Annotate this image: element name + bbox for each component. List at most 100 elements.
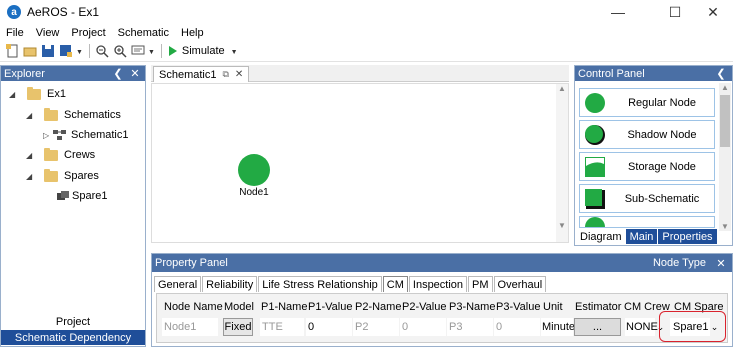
tab-main[interactable]: Main <box>625 229 658 244</box>
menu-help[interactable]: Help <box>175 27 210 39</box>
cp-item-label: Shadow Node <box>627 128 697 141</box>
zoom-in-icon[interactable] <box>112 43 128 59</box>
cm-crew-field[interactable]: NONE <box>625 318 658 336</box>
vertical-scrollbar[interactable]: ▲ ▼ <box>556 84 568 242</box>
shadow-node-icon <box>585 124 605 145</box>
schematic-tabstrip: Schematic1 ⧉ ✕ <box>151 65 569 82</box>
menu-view[interactable]: View <box>30 27 66 39</box>
control-panel-scrollbar[interactable]: ▲ ▼ <box>719 83 731 231</box>
tab-schematic-dependency[interactable]: Schematic Dependency <box>1 330 145 345</box>
p2-name-field: P2 <box>353 318 399 336</box>
close-icon[interactable]: ✕ <box>128 66 142 81</box>
sub-schematic-item[interactable]: Sub-Schematic <box>579 184 715 213</box>
close-icon[interactable]: ✕ <box>714 254 728 272</box>
new-file-icon[interactable] <box>4 43 20 59</box>
save-as-icon[interactable] <box>58 43 74 59</box>
collapse-icon[interactable]: ❮ <box>714 66 728 81</box>
explorer-title: Explorer <box>4 67 45 80</box>
expanded-arrow-icon[interactable]: ◢ <box>26 151 36 160</box>
tree-node-schematic1[interactable]: ▷ Schematic1 <box>43 126 128 144</box>
col-model: Model <box>224 301 254 313</box>
tab-general[interactable]: General <box>154 276 202 292</box>
tree-node-schematics[interactable]: ◢ Schematics <box>26 106 121 124</box>
next-node-item[interactable] <box>579 216 715 228</box>
regular-node-item[interactable]: Regular Node <box>579 88 715 117</box>
tab-cm[interactable]: CM <box>382 276 408 292</box>
col-p1-value: P1-Value <box>308 301 353 313</box>
minimize-button[interactable]: — <box>595 0 641 24</box>
open-folder-icon[interactable] <box>22 43 38 59</box>
node1-shape[interactable] <box>236 152 272 188</box>
tab-inspection[interactable]: Inspection <box>408 276 468 292</box>
scroll-up-icon[interactable]: ▲ <box>721 83 729 92</box>
menu-bar: File View Project Schematic Help <box>0 24 733 41</box>
folder-icon <box>44 107 58 121</box>
col-p1-name: P1-Name <box>261 301 308 313</box>
shadow-node-item[interactable]: Shadow Node <box>579 120 715 149</box>
tree-label: Schematics <box>64 109 121 121</box>
simulate-button[interactable]: Simulate ▼ <box>168 45 240 57</box>
tab-reliability[interactable]: Reliability <box>202 276 258 292</box>
regular-node-icon <box>585 92 605 113</box>
close-button[interactable]: ✕ <box>690 0 733 24</box>
close-tab-icon[interactable]: ✕ <box>235 69 243 80</box>
menu-file[interactable]: File <box>0 27 30 39</box>
save-icon[interactable] <box>40 43 56 59</box>
zoom-out-icon[interactable] <box>94 43 110 59</box>
col-p3-name: P3-Name <box>449 301 496 313</box>
tree-node-ex1[interactable]: ◢ Ex1 <box>9 85 66 103</box>
scroll-thumb[interactable] <box>720 95 730 147</box>
node-icon <box>585 217 605 227</box>
p1-name-field: TTE <box>260 318 304 336</box>
expanded-arrow-icon[interactable]: ◢ <box>26 172 36 181</box>
tree-label: Spare1 <box>72 190 108 202</box>
explorer-panel: Explorer ❮ ✕ ◢ Ex1 ◢ Schematics ▷ Schema… <box>0 65 146 347</box>
p2-value-field: 0 <box>400 318 446 336</box>
spare-part-icon <box>57 191 69 200</box>
node-type-label: Node Type <box>652 257 706 269</box>
tab-project[interactable]: Project <box>1 314 145 329</box>
menu-schematic[interactable]: Schematic <box>112 27 175 39</box>
toolbar-dropdown-icon[interactable]: ▼ <box>76 49 83 56</box>
node-name-field[interactable]: Node1 <box>162 318 218 336</box>
tab-diagram[interactable]: Diagram <box>576 229 626 244</box>
schematic-canvas[interactable]: Node1 ▲ ▼ <box>151 83 569 243</box>
scroll-up-icon[interactable]: ▲ <box>558 84 566 93</box>
scroll-down-icon[interactable]: ▼ <box>721 222 729 231</box>
property-panel-header: Property Panel Node Type ✕ <box>152 254 732 272</box>
scroll-down-icon[interactable]: ▼ <box>558 221 566 230</box>
model-button[interactable]: Fixed <box>223 318 253 336</box>
simulate-dropdown-icon[interactable]: ▼ <box>231 49 238 56</box>
tree-node-spare1[interactable]: Spare1 <box>56 187 107 205</box>
toolbar-dropdown-icon[interactable]: ▼ <box>148 49 155 56</box>
p1-value-field[interactable]: 0 <box>306 318 352 336</box>
storage-node-item[interactable]: Storage Node <box>579 152 715 181</box>
tree-node-crews[interactable]: ◢ Crews <box>26 146 95 164</box>
tab-overhaul[interactable]: Overhaul <box>493 276 547 292</box>
control-panel-header: Control Panel ❮ <box>575 66 732 81</box>
col-p2-value: P2-Value <box>402 301 447 313</box>
pin-icon[interactable]: ⧉ <box>222 69 228 80</box>
comment-icon[interactable] <box>130 43 146 59</box>
property-tabs: General Reliability Life Stress Relation… <box>154 276 547 292</box>
cp-item-label: Regular Node <box>628 96 696 109</box>
tab-schematic1[interactable]: Schematic1 ⧉ ✕ <box>153 66 250 82</box>
window-title: AeROS - Ex1 <box>27 5 100 19</box>
folder-icon <box>27 86 41 100</box>
collapse-icon[interactable]: ❮ <box>111 66 125 81</box>
expanded-arrow-icon[interactable]: ◢ <box>26 111 36 120</box>
unit-field[interactable]: Minute <box>541 318 575 336</box>
menu-project[interactable]: Project <box>65 27 111 39</box>
expanded-arrow-icon[interactable]: ◢ <box>9 90 19 99</box>
cp-item-label: Sub-Schematic <box>624 192 700 205</box>
tree-node-spares[interactable]: ◢ Spares <box>26 167 99 185</box>
collapsed-arrow-icon[interactable]: ▷ <box>43 131 53 140</box>
sub-schematic-icon <box>585 188 605 209</box>
tab-life-stress-relationship[interactable]: Life Stress Relationship <box>258 276 382 292</box>
col-p3-value: P3-Value <box>496 301 541 313</box>
toolbar-separator <box>88 44 90 58</box>
p3-value-field: 0 <box>494 318 540 336</box>
tab-properties[interactable]: Properties <box>657 229 717 244</box>
estimator-button[interactable]: ... <box>574 318 621 336</box>
tab-pm[interactable]: PM <box>468 276 493 292</box>
